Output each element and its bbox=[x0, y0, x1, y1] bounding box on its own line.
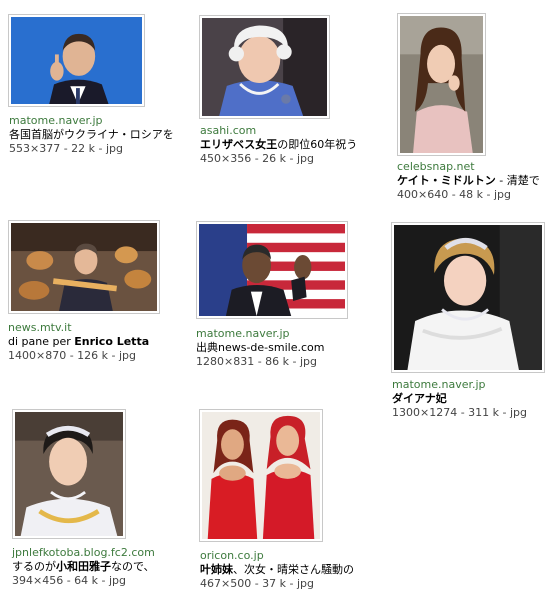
result-title[interactable]: ケイト・ミドルトン - 清楚で bbox=[397, 174, 549, 188]
result-title[interactable]: するのが小和田雅子なので、 bbox=[12, 560, 212, 574]
result-source-link[interactable]: asahi.com bbox=[200, 124, 400, 138]
result-source-link[interactable]: matome.naver.jp bbox=[196, 327, 396, 341]
result-thumbnail[interactable] bbox=[196, 221, 348, 319]
result-source-link[interactable]: news.mtv.it bbox=[8, 321, 208, 335]
result-info: 1300×1274 - 311 k - jpg bbox=[392, 406, 528, 419]
result-title[interactable]: 叶姉妹、次女・晴栄さん騒動の bbox=[200, 563, 400, 577]
result-source-link[interactable]: matome.naver.jp bbox=[392, 378, 549, 392]
result-thumbnail[interactable] bbox=[12, 409, 126, 539]
result-thumbnail[interactable] bbox=[8, 220, 160, 314]
result-thumbnail[interactable] bbox=[397, 13, 486, 156]
result-source-link[interactable]: oricon.co.jp bbox=[200, 549, 400, 563]
result-info: 1400×870 - 126 k - jpg bbox=[8, 349, 137, 362]
result-info: 400×640 - 48 k - jpg bbox=[397, 188, 512, 201]
result-info: 553×377 - 22 k - jpg bbox=[9, 142, 124, 155]
result-thumbnail[interactable] bbox=[199, 15, 330, 119]
result-thumbnail[interactable] bbox=[199, 409, 323, 542]
result-info: 450×356 - 26 k - jpg bbox=[200, 152, 315, 165]
result-thumbnail[interactable] bbox=[8, 14, 145, 107]
result-title[interactable]: エリザベス女王の即位60年祝う bbox=[200, 138, 400, 152]
result-info: 394×456 - 64 k - jpg bbox=[12, 574, 127, 587]
result-info: 1280×831 - 86 k - jpg bbox=[196, 355, 318, 368]
result-title[interactable]: 各国首脳がウクライナ・ロシアを bbox=[9, 128, 209, 142]
result-title[interactable]: di pane per Enrico Letta bbox=[8, 335, 208, 349]
result-source-link[interactable]: jpnlefkotoba.blog.fc2.com bbox=[12, 546, 212, 560]
result-info: 467×500 - 37 k - jpg bbox=[200, 577, 315, 590]
result-title[interactable]: 出典news-de-smile.com bbox=[196, 341, 396, 355]
result-title[interactable]: ダイアナ妃 bbox=[392, 392, 549, 406]
result-thumbnail[interactable] bbox=[391, 222, 545, 373]
result-source-link[interactable]: matome.naver.jp bbox=[9, 114, 209, 128]
result-source-link[interactable]: celebsnap.net bbox=[397, 160, 549, 174]
